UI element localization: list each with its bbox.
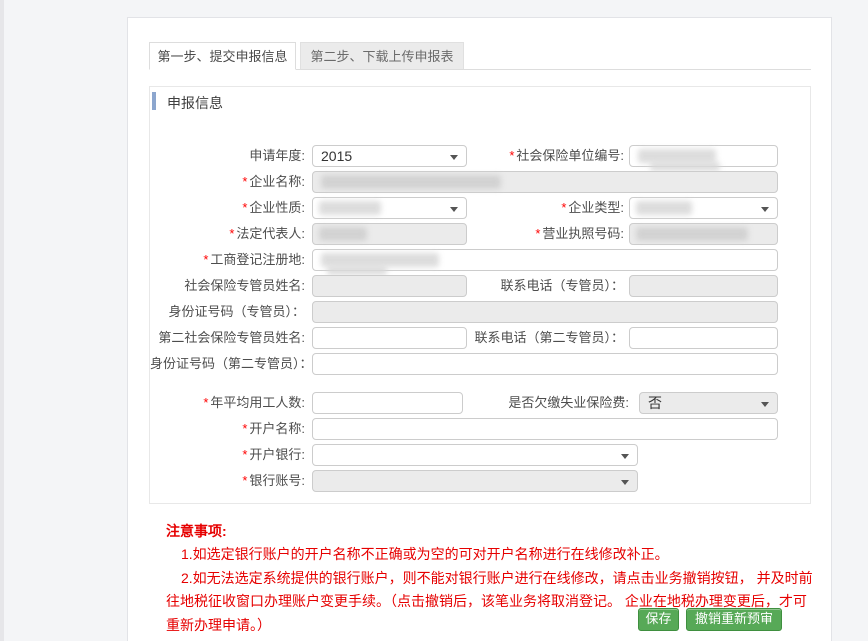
bank-select[interactable]: [312, 444, 638, 466]
officer2-id-input[interactable]: [312, 353, 778, 375]
label-company-nature: *企业性质:: [150, 197, 305, 219]
account-name-input[interactable]: [312, 418, 778, 440]
dropdown-arrow-icon: [761, 402, 769, 407]
apply-year-value: 2015: [321, 148, 352, 164]
label-reg-place: *工商登记注册地:: [150, 249, 305, 271]
required-asterisk: *: [242, 447, 247, 462]
si-unit-no-input[interactable]: [629, 145, 778, 167]
label-account-name: *开户名称:: [150, 418, 305, 440]
step-tabbar: 第一步、提交申报信息 第二步、下载上传申报表: [149, 41, 811, 70]
label-license-no: *营业执照号码:: [424, 223, 624, 245]
redacted-value: [327, 266, 387, 275]
label-officer-name: 社会保险专管员姓名:: [150, 275, 305, 297]
required-asterisk: *: [242, 174, 247, 189]
bank-account-select: [312, 470, 638, 492]
reg-place-input[interactable]: [312, 249, 778, 271]
label-company-type: *企业类型:: [424, 197, 624, 219]
label-company-name: *企业名称:: [150, 171, 305, 193]
page: 第一步、提交申报信息 第二步、下载上传申报表 申报信息 申请年度: 2015 *…: [0, 0, 868, 641]
content-panel: 第一步、提交申报信息 第二步、下载上传申报表 申报信息 申请年度: 2015 *…: [127, 17, 832, 641]
redacted-value: [319, 201, 381, 215]
label-officer2-id: 身份证号码（第二专管员）：: [150, 353, 305, 375]
redacted-value: [636, 201, 692, 215]
label-officer-phone: 联系电话（专管员）：: [424, 275, 624, 297]
required-asterisk: *: [242, 473, 247, 488]
officer2-phone-input[interactable]: [629, 327, 778, 349]
required-asterisk: *: [535, 226, 540, 241]
label-avg-workers: *年平均用工人数:: [150, 392, 305, 414]
dropdown-arrow-icon: [621, 454, 629, 459]
dropdown-arrow-icon: [761, 207, 769, 212]
company-name-input: [312, 171, 778, 193]
label-bank-account: *银行账号:: [150, 470, 305, 492]
label-officer2-name: 第二社会保险专管员姓名:: [150, 327, 305, 349]
tab-step1-submit-info[interactable]: 第一步、提交申报信息: [149, 42, 296, 70]
label-owe-fee: 是否欠缴失业保险费:: [424, 392, 629, 414]
owe-fee-select: 否: [639, 392, 778, 414]
note-item-1: 1.如选定银行账户的开户名称不正确或为空的可对开户名称进行在线修改补正。: [166, 543, 814, 567]
label-apply-year: 申请年度:: [150, 145, 305, 167]
label-legal-rep: *法定代表人:: [150, 223, 305, 245]
declaration-info-fieldset: 申报信息 申请年度: 2015 *社会保险单位编号: *企业名称: *企业性质:: [149, 86, 811, 504]
company-type-select[interactable]: [629, 197, 778, 219]
redacted-value: [638, 149, 716, 163]
required-asterisk: *: [203, 252, 208, 267]
required-asterisk: *: [229, 226, 234, 241]
redacted-value: [321, 175, 501, 189]
section-title: 申报信息: [167, 93, 223, 113]
page-left-edge: [0, 0, 4, 641]
dropdown-arrow-icon: [621, 480, 629, 485]
save-button[interactable]: 保存: [638, 608, 679, 631]
label-bank: *开户银行:: [150, 444, 305, 466]
label-officer-id: 身份证号码（专管员）：: [150, 301, 305, 323]
officer-id-input: [312, 301, 778, 323]
redacted-value: [321, 253, 439, 267]
required-asterisk: *: [242, 421, 247, 436]
redacted-value: [319, 227, 367, 241]
license-no-input: [629, 223, 778, 245]
tab-step2-download-upload[interactable]: 第二步、下载上传申报表: [300, 42, 464, 70]
notes-title: 注意事项:: [166, 519, 814, 543]
cancel-re-review-button[interactable]: 撤销重新预审: [686, 608, 782, 631]
owe-fee-value: 否: [648, 395, 662, 411]
required-asterisk: *: [561, 200, 566, 215]
redacted-value: [636, 227, 748, 241]
required-asterisk: *: [242, 200, 247, 215]
required-asterisk: *: [509, 148, 514, 163]
label-officer2-phone: 联系电话（第二专管员）：: [424, 327, 624, 349]
section-accent-bar: [152, 92, 156, 110]
label-si-unit-no: *社会保险单位编号:: [424, 145, 624, 167]
redacted-value: [650, 162, 720, 171]
officer-phone-input: [629, 275, 778, 297]
required-asterisk: *: [203, 395, 208, 410]
